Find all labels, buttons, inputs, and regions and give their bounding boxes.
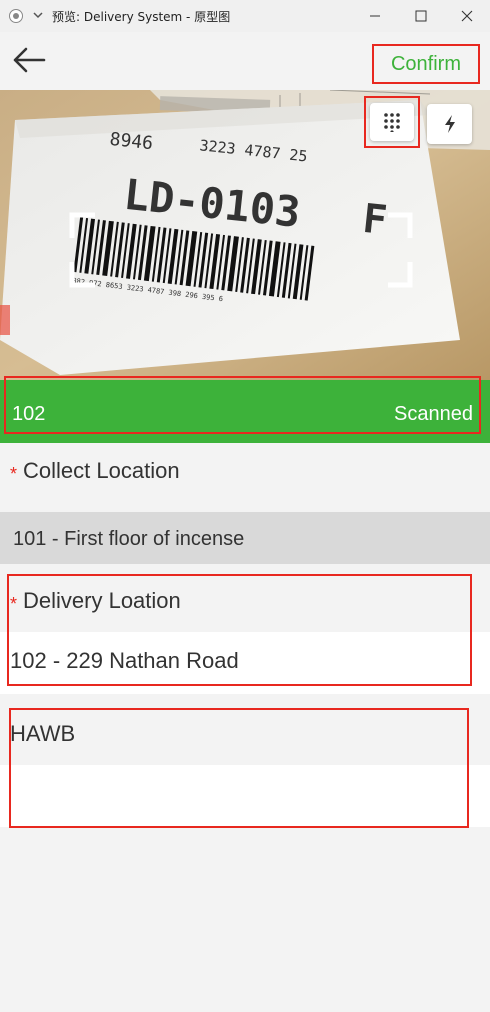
hawb-highlight <box>9 708 469 828</box>
required-asterisk: * <box>10 464 18 484</box>
collect-location-value: 101 - First floor of incense <box>13 528 245 550</box>
keypad-icon <box>384 113 400 132</box>
arrow-left-icon[interactable] <box>10 44 48 76</box>
confirm-button[interactable]: Confirm <box>372 44 480 84</box>
minimize-button[interactable] <box>352 0 398 32</box>
minimize-icon <box>370 15 380 17</box>
app-header: Confirm <box>0 32 490 90</box>
keypad-button[interactable] <box>364 96 420 148</box>
close-button[interactable] <box>444 0 490 32</box>
window-titlebar: 预览: Delivery System - 原型图 <box>0 0 490 32</box>
collect-location-label-text: Collect Location <box>23 458 180 483</box>
close-icon <box>461 10 473 22</box>
label-letter: F <box>360 196 389 244</box>
window-menu-icon[interactable] <box>9 9 23 23</box>
flash-button[interactable] <box>427 104 472 144</box>
flash-icon <box>444 115 455 133</box>
collect-location-label: * Collect Location <box>10 458 490 484</box>
maximize-icon <box>415 10 427 22</box>
maximize-button[interactable] <box>398 0 444 32</box>
scan-result-highlight <box>4 376 481 434</box>
window-title: 预览: Delivery System - 原型图 <box>52 10 231 24</box>
app-window: 预览: Delivery System - 原型图 Confirm 8946 3… <box>0 0 490 1012</box>
chevron-down-icon[interactable] <box>31 8 45 22</box>
delivery-location-highlight <box>7 574 472 686</box>
